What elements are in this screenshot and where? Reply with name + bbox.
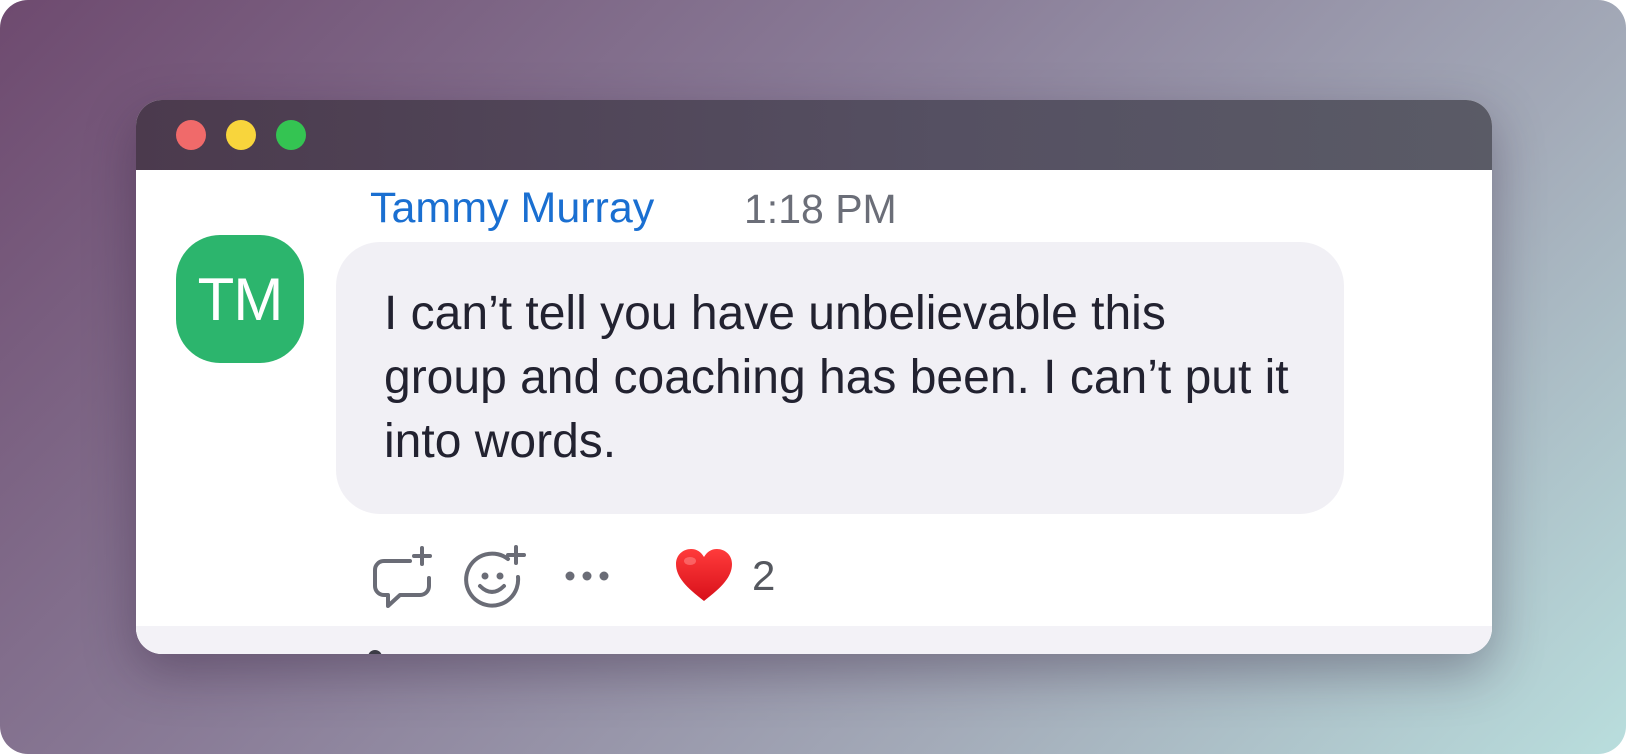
sender-name[interactable]: Tammy Murray (370, 184, 654, 233)
avatar-initials: TM (197, 265, 284, 333)
window-titlebar (136, 100, 1492, 170)
message-actions: 2 (370, 544, 970, 616)
zoom-window-button[interactable] (276, 120, 306, 150)
heart-reaction[interactable]: 2 (674, 544, 775, 608)
minimize-window-button[interactable] (226, 120, 256, 150)
reply-in-thread-icon[interactable] (370, 544, 434, 610)
reaction-count: 2 (752, 552, 776, 599)
avatar[interactable]: TM (176, 235, 304, 363)
close-window-button[interactable] (176, 120, 206, 150)
chat-window: TM Tammy Murray 1:18 PM I can’t tell you… (136, 100, 1492, 654)
heart-icon (676, 549, 732, 601)
message-area: TM Tammy Murray 1:18 PM I can’t tell you… (136, 170, 1492, 654)
message-timestamp: 1:18 PM (744, 186, 897, 232)
message-text: I can’t tell you have unbelievable this … (384, 287, 1289, 468)
next-message-strip (136, 626, 1492, 654)
more-options-icon[interactable] (564, 568, 610, 584)
partial-avatar-edge (368, 650, 382, 654)
message-bubble: I can’t tell you have unbelievable this … (336, 242, 1344, 514)
add-reaction-icon[interactable] (464, 544, 528, 610)
gradient-backdrop: TM Tammy Murray 1:18 PM I can’t tell you… (0, 0, 1626, 754)
